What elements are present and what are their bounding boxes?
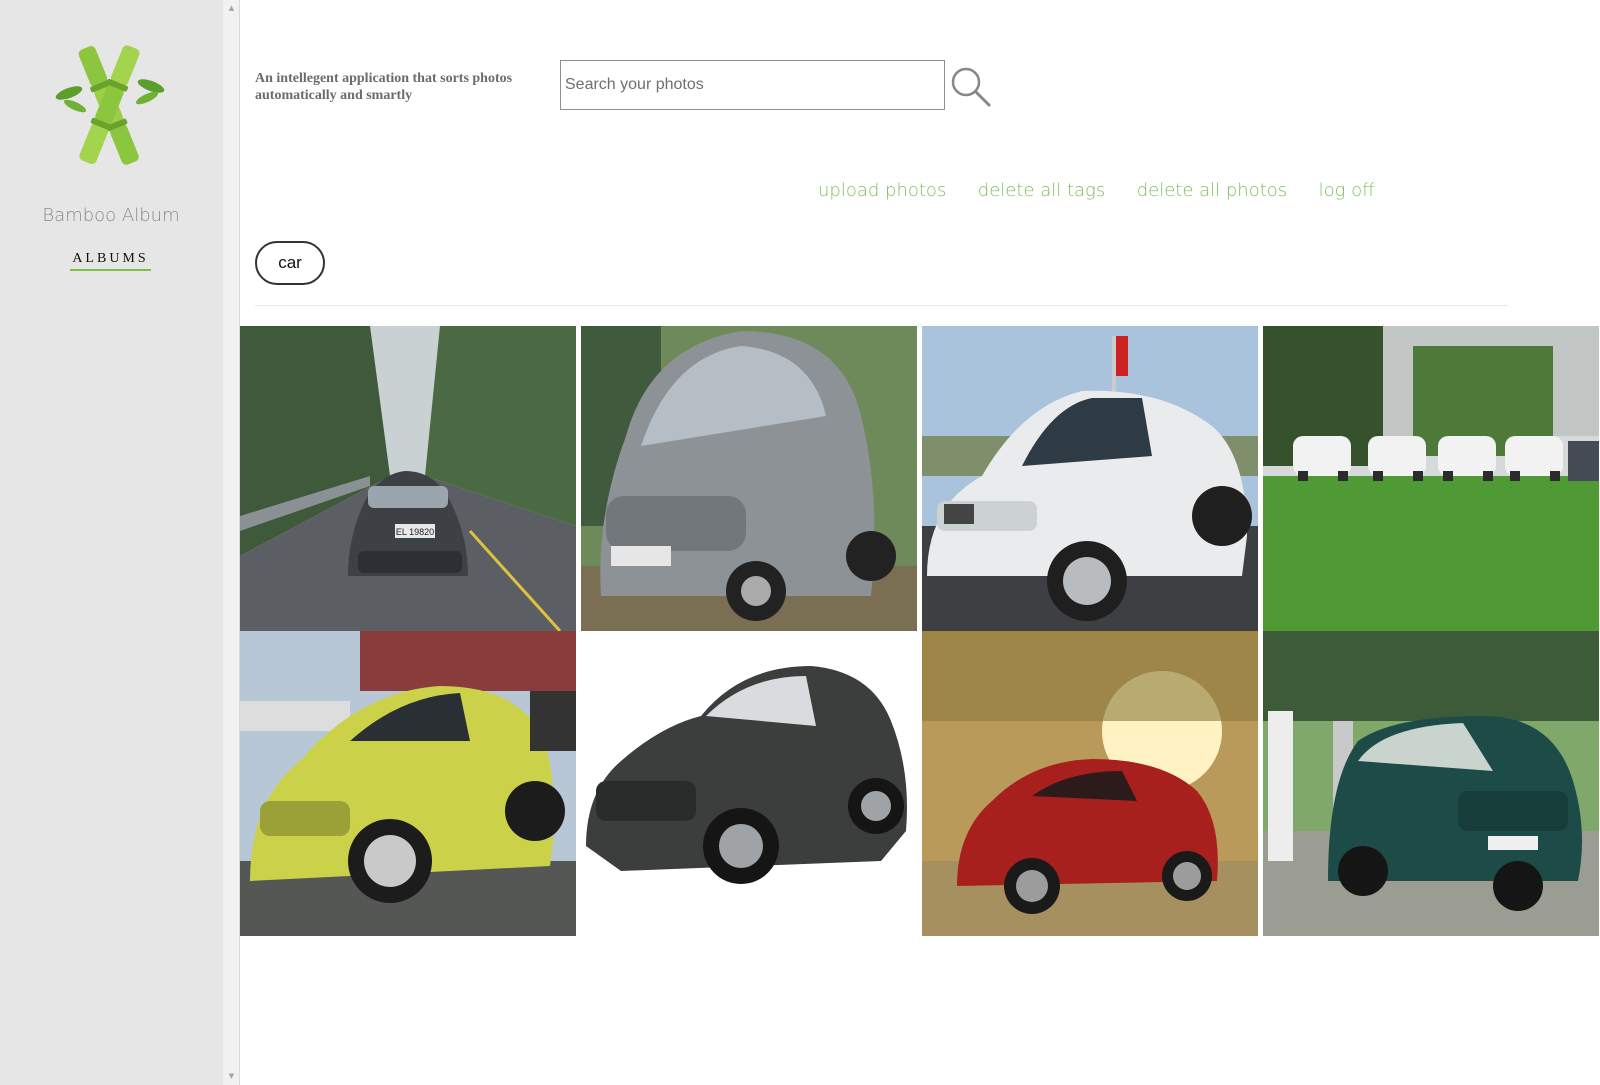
photo-thumbnail[interactable] xyxy=(581,631,917,936)
albums-link[interactable]: ALBUMS xyxy=(70,251,151,271)
bamboo-logo-icon xyxy=(55,38,165,173)
vertical-scrollbar[interactable]: ▲ ▼ xyxy=(222,0,240,1085)
upload-photos-link[interactable]: upload photos xyxy=(818,180,946,201)
search-button[interactable] xyxy=(950,66,992,108)
photo-thumbnail[interactable] xyxy=(922,631,1258,936)
search-icon xyxy=(951,67,991,107)
photo-thumbnail[interactable] xyxy=(581,326,917,631)
top-nav: upload photos delete all tags delete all… xyxy=(818,180,1402,204)
license-plate-text: EL 19820 xyxy=(396,527,434,537)
delete-all-tags-link[interactable]: delete all tags xyxy=(978,180,1105,201)
scroll-up-icon[interactable]: ▲ xyxy=(223,0,240,17)
sidebar: Bamboo Album ALBUMS xyxy=(0,0,222,1085)
search-input[interactable] xyxy=(560,60,945,110)
tag-chip-car[interactable]: car xyxy=(255,241,325,285)
scroll-down-icon[interactable]: ▼ xyxy=(223,1068,240,1085)
app-name: Bamboo Album xyxy=(42,205,180,226)
photo-thumbnail[interactable] xyxy=(922,326,1258,631)
photo-thumbnail[interactable] xyxy=(240,631,576,936)
log-off-link[interactable]: log off xyxy=(1319,180,1375,201)
app-tagline: An intellegent application that sorts ph… xyxy=(255,71,513,103)
divider xyxy=(255,305,1508,306)
delete-all-photos-link[interactable]: delete all photos xyxy=(1137,180,1287,201)
photo-grid: EL 19820 xyxy=(240,326,1600,938)
photo-thumbnail[interactable]: EL 19820 xyxy=(240,326,576,631)
photo-thumbnail[interactable] xyxy=(1263,326,1599,631)
photo-thumbnail[interactable] xyxy=(1263,631,1599,936)
